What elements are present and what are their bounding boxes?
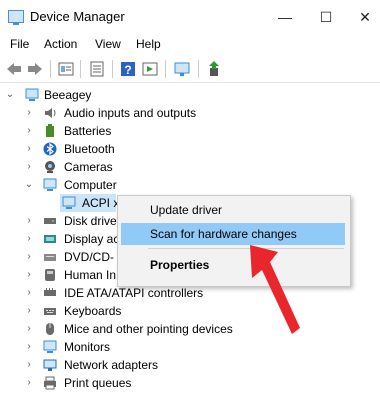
tree-item-label: Bluetooth — [64, 142, 115, 156]
update-driver-icon[interactable] — [205, 60, 223, 78]
menu-view[interactable]: View — [95, 37, 121, 51]
toolbar-separator — [165, 60, 166, 78]
tree-item[interactable]: › Batteries — [24, 122, 224, 140]
chevron-right-icon[interactable]: › — [24, 302, 34, 320]
monitor-icon — [62, 196, 76, 209]
chevron-right-icon[interactable]: › — [24, 284, 34, 302]
display-adapter-icon — [44, 235, 56, 243]
tree-item-label: Batteries — [64, 124, 112, 138]
properties-menu-item[interactable]: Properties — [121, 254, 345, 276]
mouse-icon — [46, 323, 54, 335]
chevron-right-icon[interactable]: › — [24, 104, 34, 122]
network-icon — [43, 359, 57, 371]
monitor-icon — [43, 340, 57, 353]
properties-sheet-icon[interactable] — [57, 60, 75, 78]
printer-icon — [44, 376, 56, 390]
tree-item[interactable]: › Mice and other pointing devices — [24, 320, 264, 338]
chevron-right-icon[interactable]: › — [24, 140, 34, 158]
chevron-right-icon[interactable]: › — [24, 338, 34, 356]
bluetooth-icon — [43, 142, 57, 156]
chevron-right-icon[interactable]: › — [24, 374, 34, 392]
toolbar: ? — [0, 56, 380, 83]
chevron-right-icon[interactable]: › — [24, 248, 34, 266]
scan-for-hardware-changes-menu-item[interactable]: Scan for hardware changes — [121, 223, 345, 245]
tree-item-label: Keyboards — [64, 304, 122, 318]
tree-item-label: Computer — [64, 178, 117, 192]
tree-item-label: DVD/CD- — [64, 250, 114, 264]
scan-monitor-icon[interactable] — [173, 60, 191, 78]
hid-icon — [45, 269, 55, 281]
menu-help[interactable]: Help — [136, 37, 161, 51]
tree-item[interactable]: › Bluetooth — [24, 140, 224, 158]
tree-item-label: ACPI x — [82, 196, 120, 210]
title-bar: Device Manager — ☐ ✕ — [0, 0, 380, 34]
tree-item[interactable]: › Network adapters — [24, 356, 224, 374]
chevron-right-icon[interactable]: › — [24, 266, 34, 284]
tree-item-label: Disk drive — [64, 214, 117, 228]
tree-item[interactable]: › Print queues — [24, 374, 224, 392]
tree-item-label: Display ac — [64, 232, 120, 246]
toolbar-separator — [50, 60, 51, 78]
tree-item[interactable]: ⌄ Computer — [24, 176, 224, 194]
forward-arrow-icon[interactable] — [26, 60, 44, 78]
tree-item[interactable]: › Cameras — [24, 158, 224, 176]
tree-item-label: Mice and other pointing devices — [64, 322, 233, 336]
chevron-right-icon[interactable]: › — [24, 122, 34, 140]
context-menu: Update driver Scan for hardware changes … — [117, 195, 351, 287]
action-icon[interactable] — [141, 60, 159, 78]
chevron-right-icon[interactable]: › — [24, 320, 34, 338]
close-button[interactable]: ✕ — [350, 4, 380, 30]
minimize-button[interactable]: — — [270, 4, 300, 30]
help-question-icon[interactable]: ? — [119, 60, 137, 78]
dvd-icon — [44, 254, 56, 261]
back-arrow-icon[interactable] — [5, 60, 23, 78]
tree-root-label: Beeagey — [44, 88, 92, 102]
speaker-icon — [45, 108, 56, 118]
toolbar-separator — [80, 60, 81, 78]
window-title: Device Manager — [30, 9, 125, 24]
computer-icon — [25, 88, 39, 101]
toolbar-separator — [112, 60, 113, 78]
tree-item-label: Print queues — [64, 376, 132, 390]
svg-text:?: ? — [124, 63, 131, 77]
tree-item-label: Cameras — [64, 160, 113, 174]
chevron-right-icon[interactable]: › — [24, 356, 34, 374]
tree-item[interactable]: › Monitors — [24, 338, 224, 356]
menu-bar: File Action View Help — [0, 34, 380, 54]
chevron-right-icon[interactable]: › — [24, 212, 34, 230]
chevron-down-icon[interactable]: ⌄ — [5, 86, 15, 104]
battery-icon — [46, 124, 54, 137]
list-view-icon[interactable] — [88, 60, 106, 78]
device-manager-icon — [8, 10, 24, 25]
menu-file[interactable]: File — [10, 37, 29, 51]
chevron-down-icon[interactable]: ⌄ — [24, 176, 34, 194]
chevron-right-icon[interactable]: › — [24, 230, 34, 248]
monitor-icon — [43, 178, 57, 191]
tree-item-label: Network adapters — [64, 358, 159, 372]
tree-item-label: Human In — [64, 268, 117, 282]
toolbar-separator — [198, 60, 199, 78]
chevron-right-icon[interactable]: › — [24, 158, 34, 176]
keyboard-icon — [44, 308, 56, 315]
tree-root[interactable]: ⌄ Beeagey — [0, 86, 200, 104]
tree-item[interactable]: › Keyboards — [24, 302, 224, 320]
tree-item-label: Audio inputs and outputs — [64, 106, 197, 120]
update-driver-menu-item[interactable]: Update driver — [121, 199, 345, 221]
camera-icon — [45, 161, 55, 173]
maximize-button[interactable]: ☐ — [311, 4, 341, 30]
tree-item-selected[interactable]: ACPI x — [60, 194, 120, 212]
menu-action[interactable]: Action — [44, 37, 77, 51]
ide-icon — [44, 288, 56, 296]
annotation-arrow-icon — [250, 245, 300, 334]
tree-item-label: Monitors — [64, 340, 111, 354]
disk-icon — [44, 218, 56, 224]
tree-item[interactable]: › Audio inputs and outputs — [24, 104, 284, 122]
